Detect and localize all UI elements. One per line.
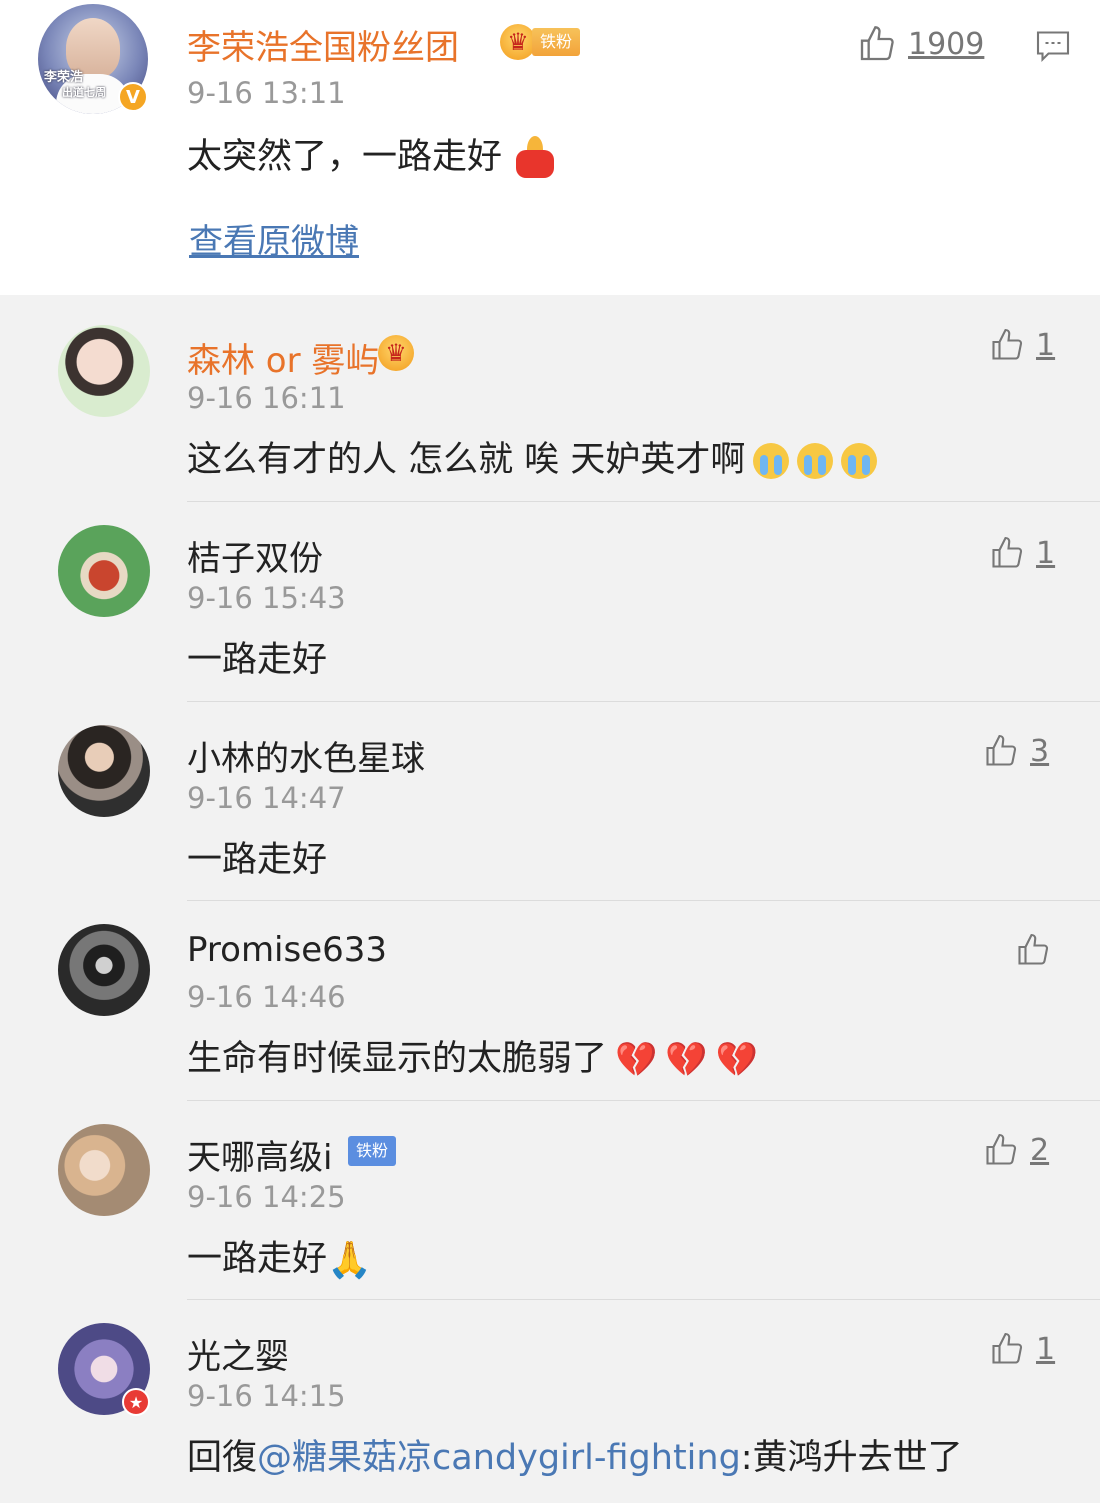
crying-face-emoji-icon: [797, 443, 834, 479]
comment-like-button[interactable]: [1014, 932, 1052, 968]
verified-badge-icon: V: [118, 82, 148, 112]
comment-time: 9-16 14:15: [187, 1379, 346, 1413]
comment-like-button[interactable]: 1: [988, 1331, 1055, 1367]
comment-text: 生命有时候显示的太脆弱了: [187, 1039, 608, 1079]
crown-icon: ♛: [378, 335, 414, 371]
divider: [187, 1299, 1100, 1300]
divider: [187, 900, 1100, 901]
reply-prefix: 回復: [187, 1438, 258, 1478]
view-original-link[interactable]: 查看原微博: [189, 214, 359, 263]
commenter-avatar[interactable]: [58, 1124, 150, 1216]
avatar-caption: 出道七周: [62, 86, 106, 99]
crying-face-emoji-icon: [753, 443, 790, 479]
broken-heart-emoji-icon: 💔: [715, 1040, 759, 1080]
comment-item: 小林的水色星球 9-16 14:47 一路走好 3: [0, 705, 1100, 905]
commenter-avatar[interactable]: [58, 725, 150, 817]
comment-like-button[interactable]: 2: [982, 1132, 1049, 1168]
crying-face-emoji-icon: [841, 443, 878, 479]
commenter-avatar[interactable]: [58, 525, 150, 617]
main-post-author[interactable]: 李荣浩全国粉丝团: [187, 20, 459, 69]
mention-link[interactable]: @糖果菇凉candygirl-fighting: [257, 1438, 741, 1478]
comment-item: 森林 or 雾屿 ♛ 9-16 16:11 这么有才的人 怎么就 唉 天妒英才啊…: [0, 305, 1100, 505]
commenter-name[interactable]: 小林的水色星球: [187, 731, 425, 780]
comment-time: 9-16 14:25: [187, 1180, 346, 1214]
like-count: 2: [1030, 1132, 1050, 1168]
thumbs-up-icon: [992, 328, 1023, 360]
comment-icon[interactable]: [1034, 28, 1072, 68]
comment-content: 一路走好: [187, 640, 328, 680]
broken-heart-emoji-icon: 💔: [665, 1040, 708, 1080]
comment-time: 9-16 14:46: [187, 980, 346, 1014]
comment-content: 回復@糖果菇凉candygirl-fighting:黄鸿升去世了: [187, 1429, 963, 1480]
comment-text: 一路走好: [187, 1239, 328, 1279]
commenter-avatar[interactable]: [58, 325, 150, 417]
like-count: 3: [1030, 733, 1050, 769]
like-count: 1: [1036, 327, 1056, 363]
thumbs-up-icon: [1018, 933, 1049, 965]
divider: [187, 1100, 1100, 1101]
divider: [187, 701, 1100, 702]
comment-item: Promise633 9-16 14:46 生命有时候显示的太脆弱了 💔 💔 💔: [0, 904, 1100, 1104]
commenter-name[interactable]: 森林 or 雾屿: [187, 333, 379, 382]
comment-content: 这么有才的人 怎么就 唉 天妒英才啊: [187, 431, 878, 482]
commenter-name[interactable]: 天哪高级i: [187, 1130, 332, 1179]
comment-item: 天哪高级i 铁粉 9-16 14:25 一路走好🙏 2: [0, 1104, 1100, 1304]
crown-icon: ♛: [500, 24, 536, 60]
thumbs-up-icon: [992, 1332, 1023, 1364]
main-post-text: 太突然了，一路走好: [187, 137, 503, 177]
main-post-time: 9-16 13:11: [187, 76, 346, 110]
fan-badge: ♛ 铁粉: [500, 24, 581, 60]
main-post-content: 太突然了，一路走好: [187, 128, 555, 179]
like-count: 1: [1036, 1331, 1056, 1367]
iron-fan-tag: 铁粉: [532, 28, 581, 56]
commenter-name[interactable]: Promise633: [187, 930, 387, 970]
comment-like-button[interactable]: 3: [982, 733, 1049, 769]
reply-text: :黄鸿升去世了: [740, 1438, 963, 1478]
avatar-caption: 李荣浩: [44, 70, 84, 85]
folded-hands-emoji-icon: 🙏: [327, 1240, 372, 1281]
commenter-name[interactable]: 桔子双份: [187, 531, 323, 580]
thumbs-up-icon: [860, 26, 894, 61]
iron-fan-tag: 铁粉: [348, 1136, 397, 1166]
commenter-name[interactable]: 光之婴: [187, 1329, 289, 1378]
comment-text: 这么有才的人 怎么就 唉 天妒英才啊: [187, 440, 746, 480]
comment-content: 一路走好: [187, 840, 328, 880]
like-count: 1: [1036, 535, 1056, 571]
thumbs-up-icon: [986, 734, 1017, 766]
star-badge-icon: ★: [122, 1388, 150, 1416]
comment-content: 一路走好🙏: [187, 1230, 372, 1281]
broken-heart-emoji-icon: 💔: [615, 1040, 658, 1080]
comment-time: 9-16 15:43: [187, 581, 346, 615]
thumbs-up-icon: [992, 536, 1023, 568]
comment-like-button[interactable]: 1: [988, 327, 1055, 363]
comment-item: 光之婴 9-16 14:15 回復@糖果菇凉candygirl-fighting…: [0, 1303, 1100, 1503]
main-post-like-button[interactable]: 1909: [856, 24, 984, 64]
main-post: 李荣浩 出道七周 V 李荣浩全国粉丝团 ♛ 铁粉 9-16 13:11 太突然了…: [0, 0, 1100, 295]
comment-time: 9-16 16:11: [187, 381, 346, 415]
thumbs-up-icon: [986, 1133, 1017, 1165]
comment-like-button[interactable]: 1: [988, 535, 1055, 571]
candle-emoji-icon: [514, 136, 555, 178]
comment-time: 9-16 14:47: [187, 781, 346, 815]
comment-content: 生命有时候显示的太脆弱了 💔 💔 💔: [187, 1030, 758, 1081]
comment-item: 桔子双份 9-16 15:43 一路走好 1: [0, 505, 1100, 705]
divider: [187, 501, 1100, 502]
like-count: 1909: [908, 26, 985, 62]
commenter-avatar[interactable]: [58, 924, 150, 1016]
